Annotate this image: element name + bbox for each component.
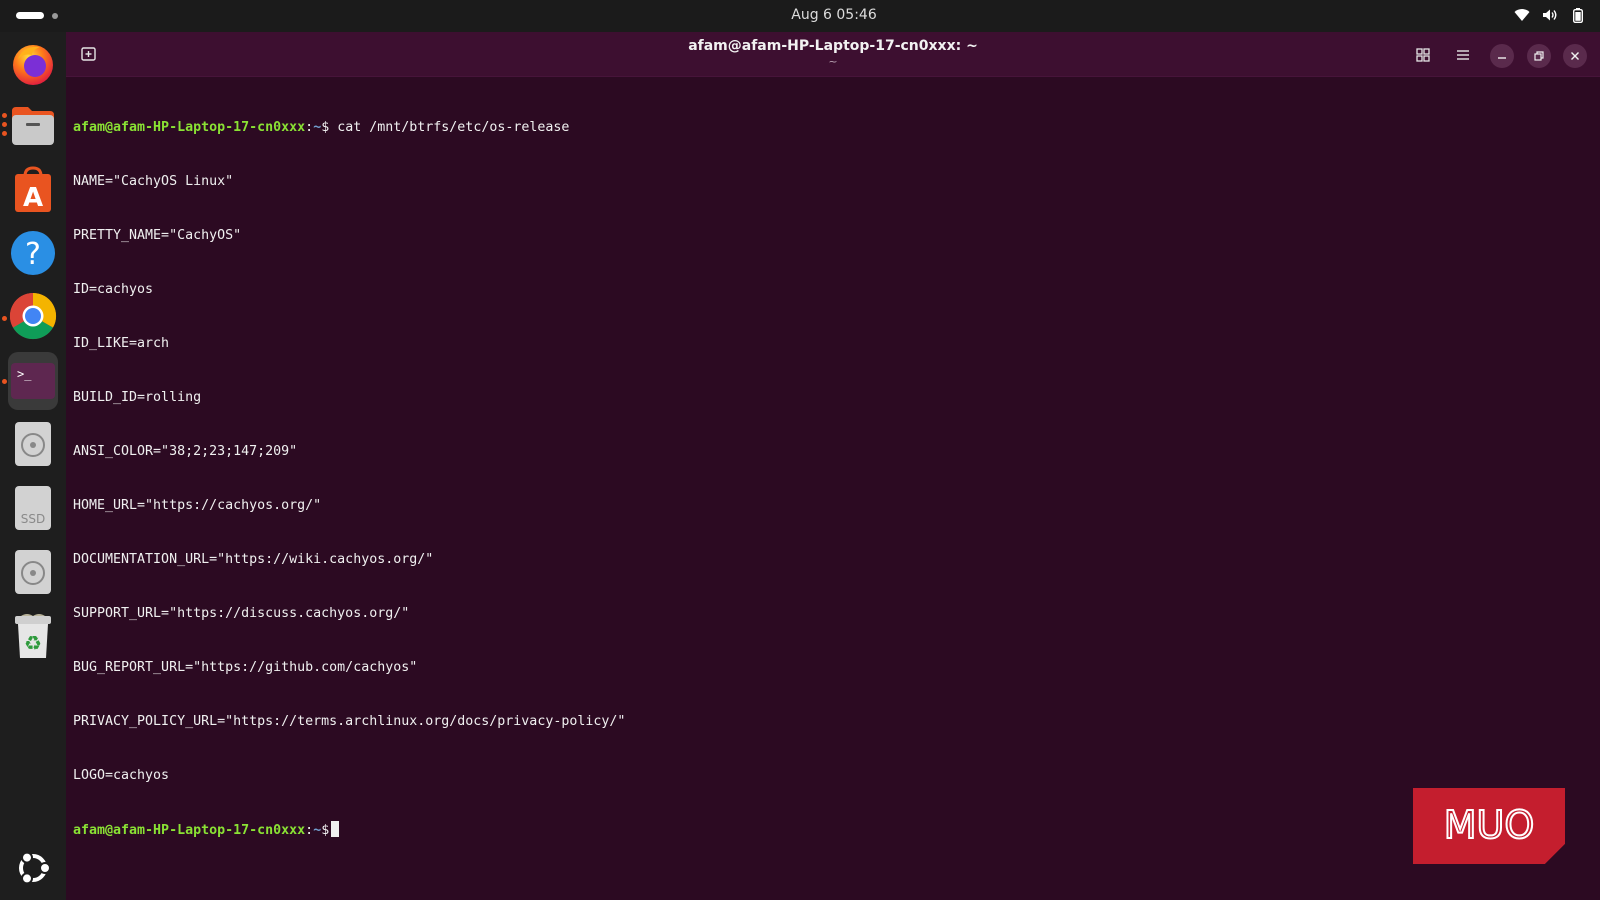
window-subtitle: ~ xyxy=(828,55,838,68)
output-line: DOCUMENTATION_URL="https://wiki.cachyos.… xyxy=(73,552,434,567)
svg-text:♻: ♻ xyxy=(24,631,42,655)
prompt-symbol: $ xyxy=(321,823,330,838)
command-line: afam@afam-HP-Laptop-17-cn0xxx:~$ cat /mn… xyxy=(73,119,1573,137)
dock-item-files[interactable] xyxy=(8,98,58,154)
terminal-output-area[interactable]: afam@afam-HP-Laptop-17-cn0xxx:~$ cat /mn… xyxy=(73,83,1573,875)
dock-item-firefox[interactable] xyxy=(8,36,58,92)
trash-icon: ♻ xyxy=(15,614,51,658)
output-line: ANSI_COLOR="38;2;23;147;209" xyxy=(73,444,298,459)
output-line: LOGO=cachyos xyxy=(73,768,170,783)
grid-icon xyxy=(1416,48,1430,62)
output-line: SUPPORT_URL="https://discuss.cachyos.org… xyxy=(73,606,410,621)
disk-drive-icon xyxy=(15,422,51,466)
output-line: NAME="CachyOS Linux" xyxy=(73,174,234,189)
prompt-path: ~ xyxy=(313,823,322,838)
dock-item-disk-drive[interactable] xyxy=(8,416,58,472)
minimize-icon xyxy=(1498,57,1506,59)
volume-icon[interactable] xyxy=(1542,7,1558,23)
app-center-icon: A xyxy=(15,166,51,213)
output-line: BUILD_ID=rolling xyxy=(73,390,202,405)
running-indicator xyxy=(2,122,7,127)
close-button[interactable] xyxy=(1563,44,1587,68)
dock-item-app-center[interactable]: A xyxy=(8,162,58,218)
terminal-window: afam@afam-HP-Laptop-17-cn0xxx: ~ ~ afam@… xyxy=(66,32,1600,900)
help-icon: ? xyxy=(11,231,55,275)
svg-text:?: ? xyxy=(25,237,41,272)
top-bar: Aug 6 05:46 xyxy=(0,0,1600,32)
prompt-separator: : xyxy=(305,120,314,135)
header-bar: afam@afam-HP-Laptop-17-cn0xxx: ~ ~ xyxy=(66,32,1600,77)
dock-item-chrome[interactable] xyxy=(8,288,58,344)
running-indicator xyxy=(2,113,7,118)
ubuntu-logo-icon xyxy=(19,851,51,885)
output-line: BUG_REPORT_URL="https://github.com/cachy… xyxy=(73,660,418,675)
dock-item-terminal[interactable]: >_ xyxy=(8,352,58,410)
svg-text:>_: >_ xyxy=(17,367,32,381)
dock-item-disk-drive-2[interactable] xyxy=(8,544,58,600)
dock: A ? >_ SSD ♻ xyxy=(0,32,66,900)
files-icon xyxy=(12,107,54,145)
prompt-user: afam@afam-HP-Laptop-17-cn0xxx xyxy=(73,823,306,838)
command-text: cat /mnt/btrfs/etc/os-release xyxy=(329,120,570,135)
prompt-path: ~ xyxy=(313,120,322,135)
prompt-line[interactable]: afam@afam-HP-Laptop-17-cn0xxx:~$ xyxy=(73,821,1573,839)
running-indicator xyxy=(2,316,7,321)
disk-drive-icon xyxy=(15,550,51,594)
wifi-icon[interactable] xyxy=(1514,7,1530,23)
svg-text:A: A xyxy=(23,183,43,213)
firefox-icon xyxy=(13,45,53,85)
battery-icon[interactable] xyxy=(1570,7,1586,23)
chrome-icon xyxy=(9,292,57,340)
output-line: ID_LIKE=arch xyxy=(73,336,170,351)
output-line: ID=cachyos xyxy=(73,282,154,297)
show-apps-button[interactable] xyxy=(8,840,58,896)
clock[interactable]: Aug 6 05:46 xyxy=(0,7,1600,23)
tab-overview-button[interactable] xyxy=(1411,43,1435,67)
running-indicator xyxy=(2,379,7,384)
terminal-icon: >_ xyxy=(11,363,55,399)
output-line: HOME_URL="https://cachyos.org/" xyxy=(73,498,322,513)
minimize-button[interactable] xyxy=(1490,44,1514,68)
dock-item-ssd-drive[interactable]: SSD xyxy=(8,480,58,536)
system-tray[interactable] xyxy=(1514,7,1586,23)
window-title: afam@afam-HP-Laptop-17-cn0xxx: ~ xyxy=(688,38,978,54)
dock-item-trash[interactable]: ♻ xyxy=(8,608,58,664)
text-cursor xyxy=(331,821,340,837)
restore-button[interactable] xyxy=(1527,44,1551,68)
prompt-separator: : xyxy=(305,823,314,838)
close-icon xyxy=(1571,52,1579,60)
hamburger-menu-icon xyxy=(1457,50,1469,60)
muo-watermark-logo: MUO xyxy=(1413,788,1565,864)
output-line: PRETTY_NAME="CachyOS" xyxy=(73,228,242,243)
running-indicator xyxy=(2,131,7,136)
output-line: PRIVACY_POLICY_URL="https://terms.archli… xyxy=(73,714,626,729)
ssd-drive-icon: SSD xyxy=(15,486,51,530)
restore-icon xyxy=(1534,51,1544,61)
svg-text:MUO: MUO xyxy=(1444,803,1535,847)
svg-text:SSD: SSD xyxy=(21,512,45,526)
prompt-user: afam@afam-HP-Laptop-17-cn0xxx xyxy=(73,120,306,135)
menu-button[interactable] xyxy=(1451,43,1475,67)
dock-item-help[interactable]: ? xyxy=(8,225,58,281)
